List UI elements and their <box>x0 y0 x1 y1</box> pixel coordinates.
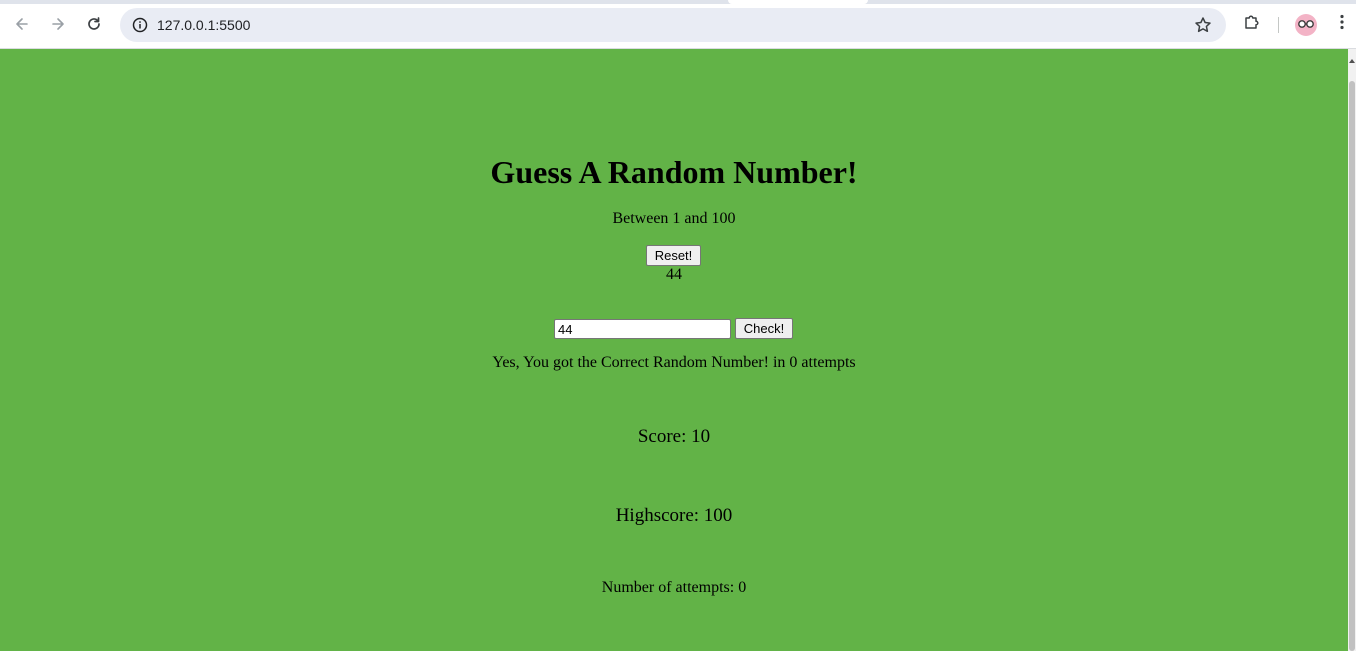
puzzle-piece-icon <box>1243 13 1261 36</box>
guess-input[interactable] <box>554 319 731 339</box>
reload-button[interactable] <box>80 10 108 38</box>
arrow-left-icon <box>14 16 30 32</box>
page-viewport: Guess A Random Number! Between 1 and 100… <box>0 49 1348 651</box>
reload-icon <box>86 16 102 32</box>
back-button[interactable] <box>8 10 36 38</box>
reset-button[interactable]: Reset! <box>646 245 701 266</box>
secret-number: 44 <box>666 266 682 283</box>
toolbar-divider <box>1278 17 1279 33</box>
highscore-display: Highscore: 100 <box>615 505 733 526</box>
profile-avatar[interactable] <box>1295 14 1317 36</box>
info-circle-icon[interactable] <box>128 13 152 37</box>
three-dots-vertical-icon <box>1340 14 1344 35</box>
extensions-button[interactable] <box>1240 12 1264 36</box>
scrollbar-thumb[interactable] <box>1349 81 1355 651</box>
tab-strip <box>0 0 1356 4</box>
browser-toolbar: 127.0.0.1:5500 <box>0 0 1356 49</box>
scroll-up-arrow-icon[interactable] <box>1349 52 1355 63</box>
url-text[interactable]: 127.0.0.1:5500 <box>157 17 250 33</box>
forward-button[interactable] <box>44 10 72 38</box>
attempts-display: Number of attempts: 0 <box>601 579 747 596</box>
range-subtitle: Between 1 and 100 <box>612 210 736 227</box>
menu-button[interactable] <box>1330 12 1354 36</box>
score-display: Score: 10 <box>637 426 711 447</box>
address-bar[interactable]: 127.0.0.1:5500 <box>120 8 1226 42</box>
check-button[interactable]: Check! <box>735 318 793 339</box>
active-tab-edge[interactable] <box>728 0 868 4</box>
page-title: Guess A Random Number! <box>490 154 858 190</box>
result-message: Yes, You got the Correct Random Number! … <box>492 354 856 371</box>
bookmark-star-icon[interactable] <box>1192 14 1214 36</box>
arrow-right-icon <box>50 16 66 32</box>
avatar-glasses-icon <box>1297 16 1315 34</box>
